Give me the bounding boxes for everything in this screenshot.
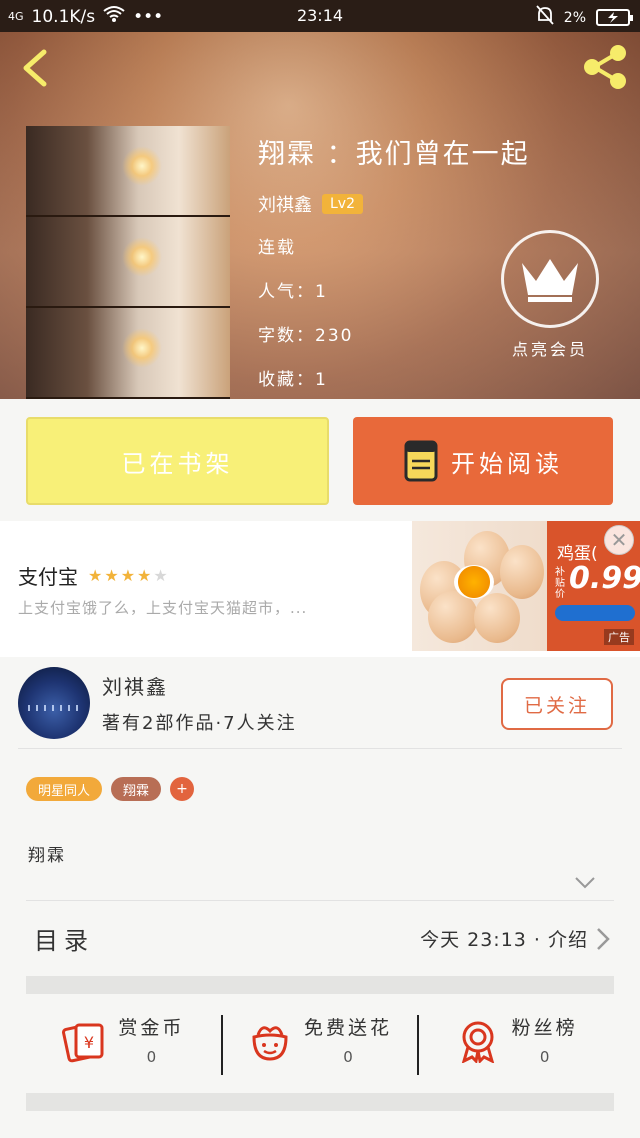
start-reading-button[interactable]: 开始阅读: [353, 417, 613, 505]
ad-title: 支付宝: [18, 565, 78, 589]
follow-button[interactable]: 已关注: [501, 678, 613, 730]
ad-title-row: 支付宝 ★★★★★: [18, 561, 170, 590]
action-label: 免费送花: [304, 1017, 393, 1039]
vip-ring: [501, 230, 599, 328]
divider: [26, 900, 614, 901]
tag-chip[interactable]: 明星同人: [26, 777, 103, 801]
medal-icon: [461, 1021, 494, 1063]
cover-panel: [26, 126, 230, 217]
svg-text:¥: ¥: [84, 1033, 94, 1052]
ad-description: 上支付宝饿了么，上支付宝天猫超市，...: [18, 599, 308, 617]
ad-tag: 广告: [604, 629, 634, 645]
book-header: 翔霖 ：我们曾在一起 刘祺鑫 Lv2 连载 人气：1 字数：230 收藏：1 点…: [0, 32, 640, 399]
book-author[interactable]: 刘祺鑫: [258, 191, 312, 217]
action-count: 0: [539, 1048, 550, 1066]
share-button[interactable]: [580, 42, 630, 92]
book-info: 翔霖 ：我们曾在一起 刘祺鑫 Lv2 连载 人气：1 字数：230 收藏：1: [258, 132, 530, 399]
book-word-count: 字数：230: [258, 326, 354, 346]
tag-chip[interactable]: 翔霖: [111, 777, 162, 801]
action-count: 0: [343, 1048, 353, 1066]
in-shelf-button[interactable]: 已在书架: [26, 417, 329, 505]
book-title: 翔霖 ：我们曾在一起: [258, 139, 530, 170]
support-actions: ¥ 赏金币 0 免费送花 0 粉丝榜 0: [26, 1003, 614, 1093]
vip-label: 点亮会员: [511, 340, 588, 359]
ad-rating-stars: ★★★★★: [88, 566, 170, 585]
action-label: 赏金币: [118, 1017, 185, 1039]
divider: [18, 748, 622, 749]
toc-label: 目录: [34, 927, 94, 955]
expand-button[interactable]: [574, 875, 596, 894]
section-separator: [26, 976, 614, 994]
book-cover[interactable]: [26, 126, 230, 399]
ad-coupon-pill: [555, 605, 635, 621]
action-count: 0: [146, 1048, 157, 1066]
cover-panel: [26, 308, 230, 399]
book-action-row: 已在书架 开始阅读: [0, 399, 640, 521]
book-popularity: 人气：1: [258, 282, 328, 302]
level-badge: Lv2: [322, 194, 363, 214]
crown-icon: [522, 259, 578, 302]
chevron-down-icon: [575, 877, 595, 889]
send-flower-button[interactable]: 免费送花 0: [223, 1003, 418, 1093]
author-stats: 著有2部作品·7人关注: [102, 713, 297, 734]
book-favorites: 收藏：1: [258, 370, 328, 390]
ad-banner[interactable]: 支付宝 ★★★★★ 上支付宝饿了么，上支付宝天猫超市，... 鸡蛋( 补贴价 0…: [0, 521, 640, 657]
vip-button[interactable]: 点亮会员: [500, 230, 600, 360]
tag-list: 明星同人 翔霖 +: [26, 777, 195, 801]
back-button[interactable]: [18, 48, 54, 88]
author-name[interactable]: 刘祺鑫: [102, 671, 168, 700]
section-separator: [26, 1093, 614, 1111]
cover-panel: [26, 217, 230, 308]
chevron-right-icon: [597, 928, 610, 950]
add-tag-button[interactable]: +: [170, 777, 195, 801]
flower-icon: [252, 1026, 288, 1061]
ad-price: 0.99: [569, 561, 640, 596]
ad-image[interactable]: 鸡蛋( 补贴价 0.99 ✕ 广告: [412, 521, 640, 651]
battery-icon: [596, 9, 633, 26]
book-author-row: 刘祺鑫 Lv2: [258, 189, 530, 219]
toc-update-info: 今天 23:13 · 介绍: [420, 929, 588, 951]
book-description: 翔霖: [28, 846, 66, 866]
battery-percent: 2%: [563, 9, 586, 26]
red-envelope-icon: ¥: [62, 1023, 104, 1063]
reward-coins-button[interactable]: ¥ 赏金币 0: [26, 1003, 221, 1093]
mute-bell-icon: [536, 5, 554, 30]
back-arrow-icon: [23, 49, 47, 87]
start-reading-label: 开始阅读: [451, 449, 563, 478]
author-section: 刘祺鑫 著有2部作品·7人关注 已关注 明星同人 翔霖 + 翔霖 目录 今天 2…: [0, 657, 640, 1138]
status-bar: 4G 10.1K/s ••• 23:14 2%: [0, 0, 640, 32]
book-status: 连载: [258, 238, 296, 258]
ad-price-label: 补贴价: [555, 567, 565, 600]
table-of-contents-row[interactable]: 目录 今天 23:13 · 介绍: [26, 915, 614, 963]
action-label: 粉丝榜: [511, 1017, 578, 1039]
avatar[interactable]: [18, 667, 90, 739]
share-icon: [584, 45, 626, 89]
ad-close-button[interactable]: ✕: [604, 525, 634, 555]
fan-ranking-button[interactable]: 粉丝榜 0: [419, 1003, 614, 1093]
book-icon: [404, 440, 438, 482]
